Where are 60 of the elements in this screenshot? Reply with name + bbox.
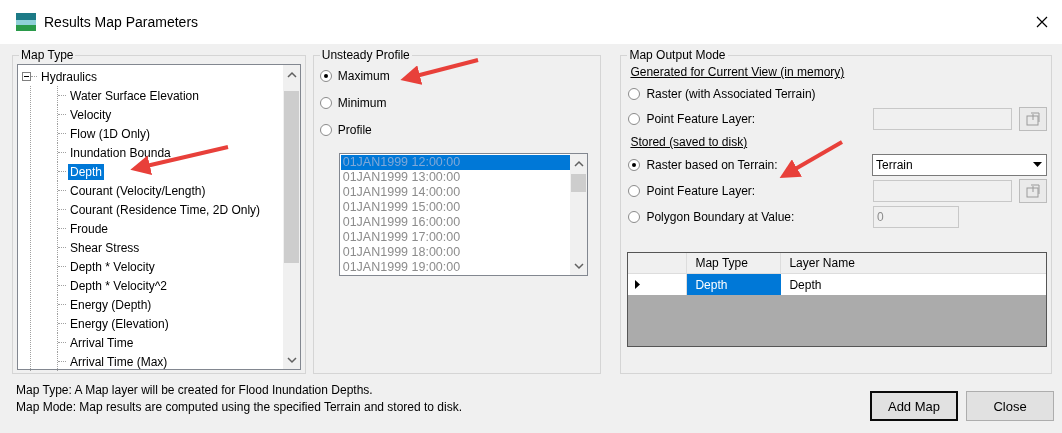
scrollbar[interactable] [282,65,300,369]
radio-label[interactable]: Raster (with Associated Terrain) [646,87,816,101]
tree-item[interactable]: Flow (1D Only) [68,125,152,142]
radio-label[interactable]: Point Feature Layer: [646,112,756,126]
terrain-dropdown[interactable]: Terrain [872,154,1047,176]
dialog-button[interactable]: Close [966,391,1054,421]
tree-item[interactable]: Inundation Bounda [68,144,173,161]
folder-icon [1026,112,1040,126]
tree-item[interactable]: Courant (Velocity/Length) [68,182,208,199]
radio-label[interactable]: Raster based on Terrain: [646,158,778,172]
table-cell[interactable]: Depth [781,274,1046,295]
radio-button[interactable] [628,88,641,100]
radio-button[interactable] [628,185,641,197]
radio-button[interactable] [628,113,641,125]
radio-label[interactable]: Profile [337,122,372,137]
browse-button[interactable] [1019,179,1047,203]
radio-label[interactable]: Point Feature Layer: [646,184,756,198]
tree-item[interactable]: Arrival Time (Max) [68,353,170,370]
scroll-thumb[interactable] [283,91,299,263]
tree-item[interactable]: Energy (Depth) [68,296,154,313]
dialog-button[interactable]: Add Map [870,391,958,421]
group-title: Map Output Mode [628,48,727,62]
group-title: Map Type [20,48,75,62]
annotation-arrow [779,140,843,178]
collapse-icon[interactable] [22,72,31,81]
tree-item[interactable]: Arrival Time [68,334,136,351]
close-icon[interactable] [1036,16,1048,28]
radio-button[interactable] [319,69,332,82]
window-title: Results Map Parameters [44,14,200,30]
radio-label[interactable]: Polygon Boundary at Value: [646,210,795,224]
section-heading: Stored (saved to disk) [630,134,749,151]
radio-button[interactable] [319,123,332,136]
radio-button[interactable] [319,96,332,109]
tree-item[interactable]: Water Surface Elevation [68,87,201,104]
tree-item[interactable]: Froude [68,220,111,237]
column-header[interactable]: Layer Name [781,253,1046,273]
table-cell[interactable]: Depth [687,274,782,295]
status-text: Map Type: A Map layer will be created for Flood Inundation Depths. [16,382,374,399]
scroll-down-icon[interactable] [286,356,297,364]
tree-item[interactable]: Shear Stress [68,239,142,256]
radio-button[interactable] [628,159,641,171]
radio-label[interactable]: Maximum [337,68,390,83]
radio-button[interactable] [628,211,641,223]
section-heading: Generated for Current View (in memory) [630,64,846,81]
tree-item[interactable]: Depth [68,163,105,180]
tree-item[interactable]: Depth * Velocity [68,258,157,275]
tree-item[interactable]: Velocity [68,106,114,123]
status-text: Map Mode: Map results are computed using the specified Terrain and stored to disk. [16,399,463,416]
folder-icon [1026,184,1040,198]
tree-item[interactable]: Hydraulics [39,68,99,85]
tree-item[interactable]: Depth * Velocity^2 [68,277,170,294]
browse-button[interactable] [1019,107,1047,131]
radio-label[interactable]: Minimum [337,95,387,110]
tree-item[interactable]: Courant (Residence Time, 2D Only) [68,201,263,218]
column-header[interactable]: Map Type [687,253,782,273]
group-title: Unsteady Profile [320,48,411,62]
dropdown-arrow-icon [1033,162,1042,167]
scroll-up-icon[interactable] [286,71,297,79]
tree-item[interactable]: Energy (Elevation) [68,315,171,332]
app-icon [16,13,36,31]
